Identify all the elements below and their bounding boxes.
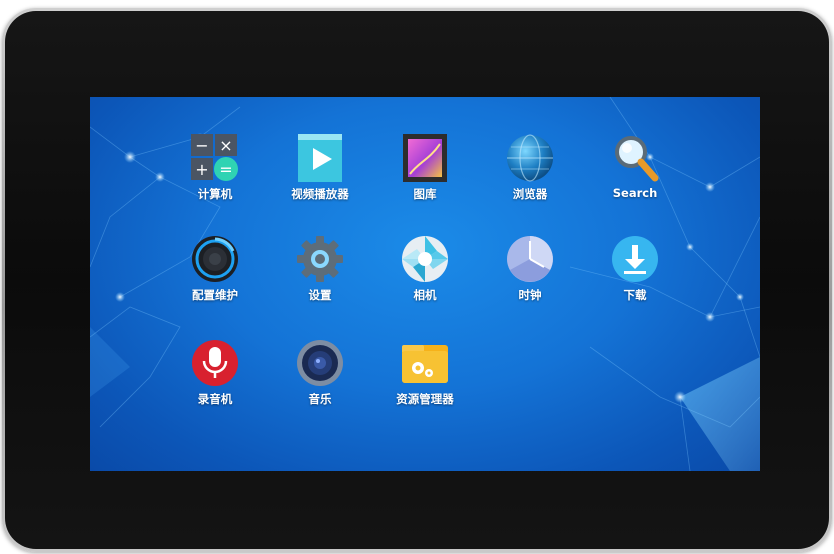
app-config-maintenance[interactable]: 配置维护 bbox=[165, 233, 265, 303]
browser-globe-icon bbox=[507, 134, 553, 182]
app-label: 设置 bbox=[308, 288, 332, 302]
svg-text:+: + bbox=[195, 160, 208, 179]
camera-aperture-icon bbox=[402, 236, 448, 282]
config-maintenance-icon bbox=[192, 236, 238, 282]
app-label: 资源管理器 bbox=[396, 392, 454, 406]
app-label: 视频播放器 bbox=[291, 187, 349, 201]
video-player-icon bbox=[298, 134, 342, 182]
app-calculator[interactable]: − × + = 计算机 bbox=[165, 132, 265, 202]
settings-gear-icon bbox=[297, 236, 343, 282]
app-gallery[interactable]: 图库 bbox=[375, 132, 475, 202]
svg-text:×: × bbox=[219, 136, 232, 155]
search-icon bbox=[615, 136, 659, 182]
home-screen: − × + = 计算机 视频播放器 图库 浏览器 Search 配置维护 设置 … bbox=[90, 97, 760, 471]
microphone-recorder-icon bbox=[192, 340, 238, 386]
music-speaker-icon bbox=[297, 340, 343, 386]
app-camera[interactable]: 相机 bbox=[375, 233, 475, 303]
app-download[interactable]: 下载 bbox=[585, 233, 685, 303]
svg-text:=: = bbox=[219, 160, 232, 179]
app-label: Search bbox=[612, 186, 658, 200]
svg-text:−: − bbox=[195, 136, 208, 155]
gallery-icon bbox=[403, 134, 447, 182]
app-file-manager[interactable]: 资源管理器 bbox=[375, 337, 475, 407]
app-video-player[interactable]: 视频播放器 bbox=[270, 132, 370, 202]
app-label: 音乐 bbox=[308, 392, 332, 406]
app-label: 浏览器 bbox=[512, 187, 548, 201]
download-icon bbox=[612, 236, 658, 282]
app-label: 配置维护 bbox=[192, 288, 238, 302]
app-music[interactable]: 音乐 bbox=[270, 337, 370, 407]
calculator-icon: − × + = bbox=[191, 134, 238, 181]
app-label: 计算机 bbox=[197, 187, 233, 201]
app-label: 下载 bbox=[623, 288, 647, 302]
clock-icon bbox=[507, 236, 553, 282]
app-label: 图库 bbox=[413, 187, 437, 201]
app-recorder[interactable]: 录音机 bbox=[165, 337, 265, 407]
file-manager-folder-icon bbox=[402, 345, 448, 383]
app-browser[interactable]: 浏览器 bbox=[480, 132, 580, 202]
app-label: 录音机 bbox=[197, 392, 233, 406]
app-search[interactable]: Search bbox=[585, 132, 685, 200]
app-label: 相机 bbox=[413, 288, 437, 302]
app-label: 时钟 bbox=[518, 288, 542, 302]
app-clock[interactable]: 时钟 bbox=[480, 233, 580, 303]
app-settings[interactable]: 设置 bbox=[270, 233, 370, 303]
